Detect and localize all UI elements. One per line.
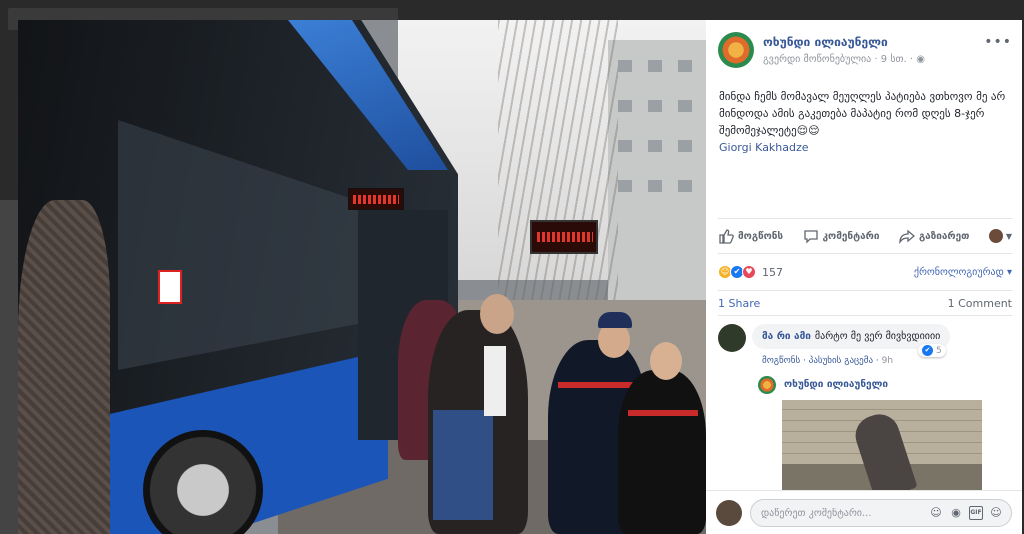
share-label: გაზიარეთ [918, 230, 970, 242]
photo-person-jeans [433, 410, 493, 520]
viewer-avatar [988, 229, 1003, 243]
viewer-avatar [716, 500, 742, 526]
commenter-name[interactable]: მა რი ამი [762, 331, 811, 342]
post-header: ოხუნდი ილიაუნელი გვერდი მოწონებულია · 9 … [718, 32, 1014, 72]
sort-label: ქრონოლოგიურად [913, 266, 1004, 278]
photo-person-head [480, 294, 514, 334]
post-time[interactable]: 9 სთ. [881, 54, 907, 65]
chevron-down-icon: ▼ [1005, 231, 1012, 241]
comment-like-count: 5 [936, 345, 942, 356]
share-count[interactable]: 1 Share [718, 297, 760, 310]
background-feed-strip [0, 200, 20, 534]
post-meta: გვერდი მოწონებულია · 9 სთ. · ◉ [763, 54, 925, 65]
reply-image[interactable] [782, 400, 982, 496]
post-as-selector[interactable]: ▼ [988, 229, 1012, 243]
author-name[interactable]: ოხუნდი ილიაუნელი [763, 35, 888, 49]
comment-reply-link[interactable]: პასუხის გაცემა [809, 356, 873, 366]
like-reaction-icon: ✔ [922, 345, 933, 356]
comment-count[interactable]: 1 Comment [948, 297, 1012, 310]
photo-led-display [348, 188, 404, 210]
comment-button[interactable]: კომენტარი [803, 228, 880, 244]
comment-like-link[interactable]: მოგწონს [762, 356, 800, 366]
post-text: მინდა ჩემს მომავალ მეუღლეს პატიება ვთხოვ… [719, 88, 1011, 156]
author-avatar[interactable] [718, 32, 754, 68]
photo-person-head [650, 342, 682, 380]
share-button[interactable]: გაზიარეთ [899, 228, 970, 244]
comment-time[interactable]: 9h [882, 356, 893, 366]
reply-author-avatar[interactable] [758, 376, 776, 394]
photo-building [608, 40, 706, 340]
comment-text: მარტო მე ვერ მივხვდიიიი [814, 331, 941, 342]
comment-actions: მოგწონს · პასუხის გაცემა · 9h [762, 356, 893, 366]
emoji-icon[interactable]: ☺ [929, 506, 943, 520]
reaction-count[interactable]: 157 [762, 266, 783, 279]
post-side-panel: ოხუნდი ილიაუნელი გვერდი მოწონებულია · 9 … [706, 20, 1022, 534]
photo-no-sign [158, 270, 182, 304]
commenter-avatar[interactable] [718, 324, 746, 352]
comment-input[interactable] [761, 505, 921, 521]
photo-person-inspector [618, 370, 706, 534]
comment-label: კომენტარი [822, 230, 880, 242]
post-photo[interactable] [18, 20, 706, 534]
comment-composer: ☺ ◉ GIF ☺ [706, 490, 1022, 534]
comment-icon [803, 230, 818, 244]
share-comment-counts: 1 Share 1 Comment [718, 290, 1012, 316]
camera-icon[interactable]: ◉ [949, 506, 963, 520]
chevron-down-icon: ▾ [1006, 266, 1012, 278]
audience-label: გვერდი მოწონებულია [763, 54, 872, 65]
like-button[interactable]: მოგწონს [718, 228, 783, 244]
composer-icons: ☺ ◉ GIF ☺ [929, 506, 1003, 520]
photo-trees [498, 20, 618, 320]
reactions-row: ☺ ✔ ♥ 157 ქრონოლოგიურად ▾ [718, 262, 1012, 282]
love-reaction-icon[interactable]: ♥ [742, 265, 756, 279]
photo-uniform-stripe [628, 410, 698, 416]
photo-person-cap [598, 312, 632, 328]
thumbs-up-icon [719, 229, 734, 244]
gif-icon[interactable]: GIF [969, 506, 983, 520]
more-options-icon[interactable]: ••• [984, 34, 1012, 50]
sticker-icon[interactable]: ☺ [989, 506, 1003, 520]
photo-bus-stop-display [530, 220, 598, 254]
like-label: მოგწონს [738, 230, 784, 242]
post-message: მინდა ჩემს მომავალ მეუღლეს პატიება ვთხოვ… [719, 90, 1006, 137]
photo-uniform-stripe [558, 382, 638, 388]
post-actions-bar: მოგწონს კომენტარი გაზიარეთ ▼ [718, 218, 1012, 254]
comment-sort-dropdown[interactable]: ქრონოლოგიურად ▾ [914, 267, 1012, 278]
photo-person-shirt [484, 346, 506, 416]
photo-person-foreground [18, 200, 110, 534]
globe-icon: ◉ [916, 54, 926, 65]
comment-like-badge[interactable]: ✔ 5 [918, 344, 946, 357]
tagged-user-link[interactable]: Giorgi Kakhadze [719, 139, 1011, 156]
comment-input-wrapper: ☺ ◉ GIF ☺ [750, 499, 1012, 527]
reply-author-name[interactable]: ოხუნდი ილიაუნელი [784, 379, 888, 390]
share-arrow-icon [899, 229, 915, 244]
